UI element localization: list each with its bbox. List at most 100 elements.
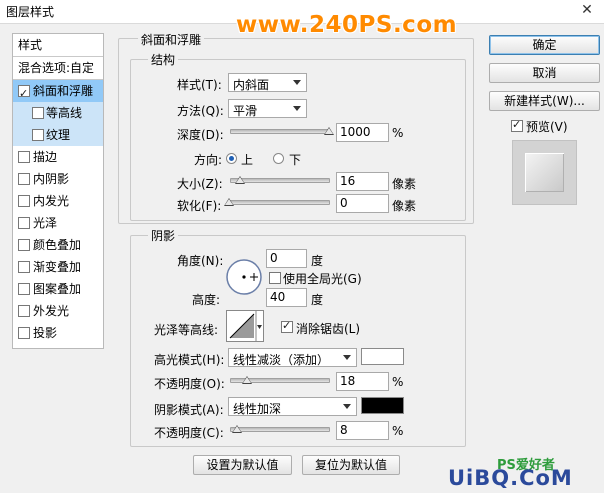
gloss-contour-label: 光泽等高线: bbox=[154, 323, 219, 337]
ok-button[interactable]: 确定 bbox=[489, 35, 600, 55]
style-item-bevel-emboss[interactable]: 斜面和浮雕 bbox=[13, 80, 103, 105]
highlight-opacity-input[interactable]: 18 bbox=[336, 372, 389, 391]
highlight-opacity-thumb[interactable] bbox=[242, 376, 252, 384]
style-item-texture[interactable]: 纹理 bbox=[13, 124, 103, 146]
style-item-label: 内发光 bbox=[33, 194, 70, 208]
soften-slider-thumb[interactable] bbox=[224, 198, 234, 206]
watermark: www.240PS.com bbox=[236, 12, 458, 38]
shadow-mode-value: 线性加深 bbox=[233, 402, 282, 416]
altitude-unit: 度 bbox=[311, 293, 324, 307]
style-item-label: 外发光 bbox=[33, 304, 70, 318]
style-select[interactable]: 内斜面 bbox=[228, 73, 307, 92]
close-icon[interactable]: ✕ bbox=[574, 0, 600, 20]
checkbox-satin[interactable] bbox=[18, 217, 30, 229]
depth-slider[interactable] bbox=[230, 129, 330, 134]
highlight-color-swatch[interactable] bbox=[361, 348, 404, 365]
depth-label: 深度(D): bbox=[177, 128, 224, 142]
style-item-label: 内阴影 bbox=[33, 172, 70, 186]
checkbox-inner-shadow[interactable] bbox=[18, 173, 30, 185]
direction-up-label: 上 bbox=[241, 153, 254, 167]
technique-select-value: 平滑 bbox=[233, 104, 258, 118]
style-item-contour[interactable]: 等高线 bbox=[13, 102, 103, 124]
shadow-color-swatch[interactable] bbox=[361, 397, 404, 414]
chevron-down-icon bbox=[343, 404, 351, 409]
style-list-header[interactable]: 样式 bbox=[13, 34, 103, 56]
direction-down-label: 下 bbox=[289, 153, 302, 167]
shadow-opacity-input[interactable]: 8 bbox=[336, 421, 389, 440]
direction-down-radio[interactable] bbox=[273, 153, 284, 164]
new-style-button[interactable]: 新建样式(W)... bbox=[489, 91, 600, 111]
style-item-pattern-overlay[interactable]: 图案叠加 bbox=[13, 278, 103, 300]
highlight-mode-label: 高光模式(H): bbox=[154, 353, 225, 367]
style-item-label: 图案叠加 bbox=[33, 282, 82, 296]
angle-unit: 度 bbox=[311, 254, 324, 268]
technique-select[interactable]: 平滑 bbox=[228, 99, 307, 118]
make-default-button[interactable]: 设置为默认值 bbox=[193, 455, 292, 475]
checkbox-bevel-emboss[interactable] bbox=[18, 83, 30, 105]
preview-label: 预览(V) bbox=[526, 120, 568, 134]
checkbox-texture[interactable] bbox=[32, 129, 44, 141]
size-unit: 像素 bbox=[392, 177, 417, 191]
depth-input[interactable]: 1000 bbox=[336, 123, 389, 142]
style-item-inner-shadow[interactable]: 内阴影 bbox=[13, 168, 103, 190]
style-item-label: 渐变叠加 bbox=[33, 260, 82, 274]
style-item-drop-shadow[interactable]: 投影 bbox=[13, 322, 103, 344]
style-item-stroke[interactable]: 描边 bbox=[13, 146, 103, 168]
contour-curve-icon bbox=[229, 311, 262, 341]
blend-options-item[interactable]: 混合选项:自定 bbox=[13, 57, 103, 79]
global-light-checkbox[interactable] bbox=[269, 272, 281, 284]
checkbox-pattern-overlay[interactable] bbox=[18, 283, 30, 295]
altitude-input[interactable]: 40 bbox=[266, 288, 307, 307]
size-slider-thumb[interactable] bbox=[235, 176, 245, 184]
checkbox-gradient-overlay[interactable] bbox=[18, 261, 30, 273]
size-input[interactable]: 16 bbox=[336, 172, 389, 191]
global-light-label: 使用全局光(G) bbox=[283, 272, 362, 286]
checkbox-inner-glow[interactable] bbox=[18, 195, 30, 207]
checkbox-outer-glow[interactable] bbox=[18, 305, 30, 317]
chevron-down-icon bbox=[343, 355, 351, 360]
soften-input[interactable]: 0 bbox=[336, 194, 389, 213]
depth-unit: % bbox=[392, 126, 404, 140]
style-item-inner-glow[interactable]: 内发光 bbox=[13, 190, 103, 212]
reset-default-button[interactable]: 复位为默认值 bbox=[302, 455, 400, 475]
angle-input[interactable]: 0 bbox=[266, 249, 307, 268]
direction-up-radio[interactable] bbox=[226, 153, 237, 164]
style-item-label: 颜色叠加 bbox=[33, 238, 82, 252]
size-slider[interactable] bbox=[230, 178, 330, 183]
highlight-opacity-unit: % bbox=[392, 375, 404, 389]
checkbox-drop-shadow[interactable] bbox=[18, 327, 30, 339]
preview-checkbox[interactable] bbox=[511, 118, 523, 132]
highlight-mode-select[interactable]: 线性减淡（添加） bbox=[228, 348, 357, 367]
highlight-opacity-label: 不透明度(O): bbox=[154, 377, 225, 391]
gloss-contour-picker[interactable] bbox=[226, 310, 264, 342]
antialias-checkbox[interactable] bbox=[281, 319, 293, 333]
size-label: 大小(Z): bbox=[177, 177, 223, 191]
soften-slider[interactable] bbox=[230, 200, 330, 205]
style-item-label: 等高线 bbox=[46, 106, 83, 120]
style-item-label: 投影 bbox=[33, 326, 58, 340]
checkbox-color-overlay[interactable] bbox=[18, 239, 30, 251]
style-item-outer-glow[interactable]: 外发光 bbox=[13, 300, 103, 322]
window-title: 图层样式 bbox=[6, 5, 55, 19]
style-item-label: 描边 bbox=[33, 150, 58, 164]
shadow-mode-select[interactable]: 线性加深 bbox=[228, 397, 357, 416]
style-select-value: 内斜面 bbox=[233, 78, 270, 92]
depth-slider-thumb[interactable] bbox=[324, 127, 334, 135]
checkbox-contour[interactable] bbox=[32, 107, 44, 119]
antialias-label: 消除锯齿(L) bbox=[296, 322, 361, 336]
checkbox-stroke[interactable] bbox=[18, 151, 30, 163]
cancel-button[interactable]: 取消 bbox=[489, 63, 600, 83]
style-item-color-overlay[interactable]: 颜色叠加 bbox=[13, 234, 103, 256]
style-item-label: 斜面和浮雕 bbox=[33, 84, 94, 98]
style-item-label: 光泽 bbox=[33, 216, 58, 230]
chevron-down-icon bbox=[293, 106, 301, 111]
bevel-emboss-title: 斜面和浮雕 bbox=[138, 31, 205, 48]
soften-unit: 像素 bbox=[392, 199, 417, 213]
style-item-satin[interactable]: 光泽 bbox=[13, 212, 103, 234]
highlight-mode-value: 线性减淡（添加） bbox=[233, 353, 330, 367]
shadow-mode-label: 阴影模式(A): bbox=[154, 403, 224, 417]
style-item-gradient-overlay[interactable]: 渐变叠加 bbox=[13, 256, 103, 278]
shadow-opacity-slider[interactable] bbox=[230, 427, 330, 432]
angle-dial[interactable] bbox=[225, 258, 263, 296]
shadow-opacity-thumb[interactable] bbox=[232, 425, 242, 433]
